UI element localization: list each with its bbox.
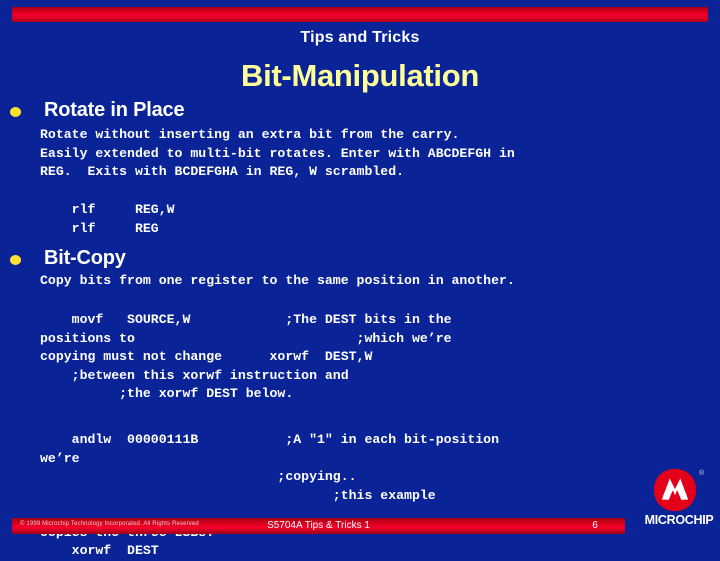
code-block-bit-copy-part2: andlw 00000111B ;A "1" in each bit-posit…: [40, 432, 499, 558]
top-accent-bar: [12, 7, 708, 22]
registered-trademark-icon: ®: [699, 470, 705, 477]
microchip-wordmark: MICROCHIP: [644, 513, 714, 527]
slide-canvas: Tips and Tricks Bit-Manipulation Rotate …: [0, 0, 720, 558]
bullet-dot-icon: [10, 255, 21, 265]
microchip-logo: ® MICROCHIP: [640, 468, 718, 536]
bullet-dot-icon: [10, 107, 21, 117]
section-description-rotate-in-place: Rotate without inserting an extra bit fr…: [40, 127, 515, 179]
section-title-label: Bit-Copy: [44, 247, 126, 269]
section-title-label: Rotate in Place: [44, 99, 185, 121]
slide-title: Bit-Manipulation: [241, 58, 479, 93]
footer-page-number: 6: [592, 520, 598, 531]
code-block-rotate-in-place: rlf REG,W rlf REG: [71, 202, 175, 236]
microchip-mark-icon: [653, 468, 697, 512]
slide-kicker: Tips and Tricks: [300, 29, 420, 46]
footer-deck-label: S5704A Tips & Tricks 1: [267, 520, 370, 531]
code-block-bit-copy-part1: movf SOURCE,W ;The DEST bits in the posi…: [40, 312, 452, 401]
section-description-bit-copy: Copy bits from one register to the same …: [40, 273, 515, 288]
